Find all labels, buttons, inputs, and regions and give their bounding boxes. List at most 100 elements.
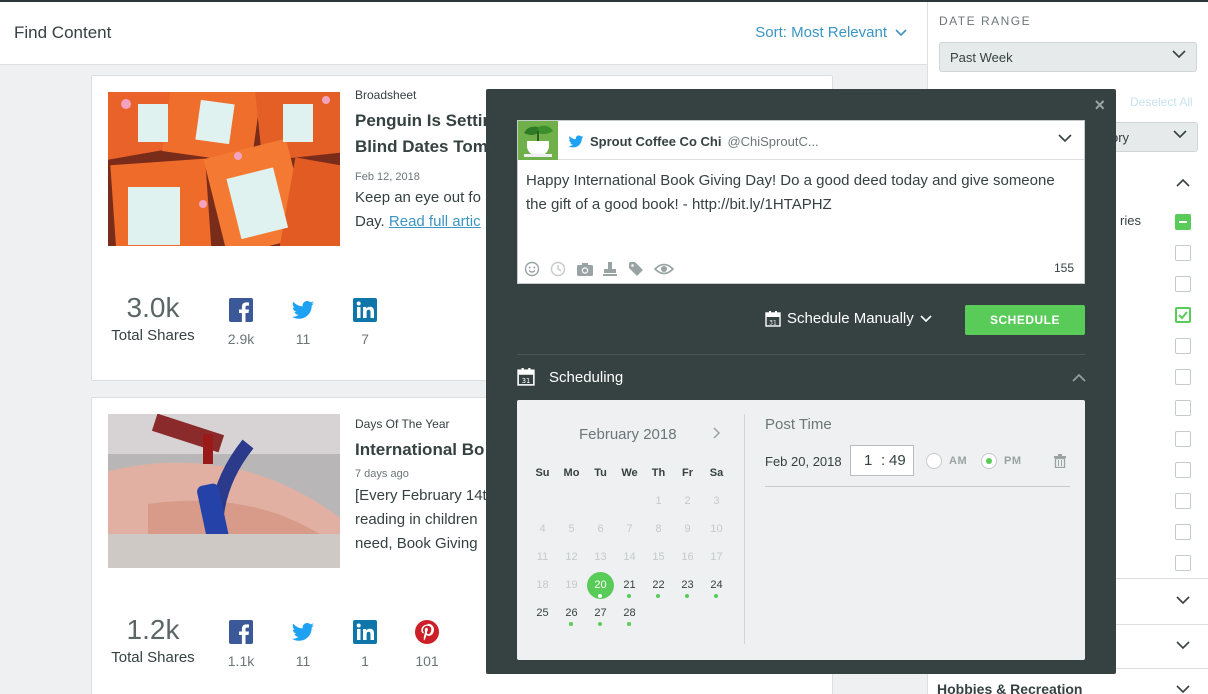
calendar-day[interactable]: 24 (702, 572, 731, 600)
calendar-day-number: 25 (536, 607, 549, 619)
excerpt-line: reading in children (355, 511, 478, 528)
category-section-title[interactable]: Hobbies & Recreation (937, 681, 1082, 694)
sort-dropdown[interactable]: Sort: Most Relevant (755, 24, 907, 41)
calendar-empty-cell (528, 488, 557, 516)
calendar-day: 6 (586, 516, 615, 544)
weekday-label: Th (651, 467, 666, 479)
linkedin-icon (353, 298, 377, 322)
category-checkbox[interactable] (1175, 276, 1191, 292)
category-checkbox[interactable] (1175, 462, 1191, 478)
chevron-down-icon[interactable] (1176, 596, 1190, 605)
saved-replies-icon[interactable] (550, 261, 569, 277)
calendar-day[interactable]: 28 (615, 600, 644, 628)
calendar-day: 19 (557, 572, 586, 600)
category-checkbox[interactable] (1175, 245, 1191, 261)
article-thumbnail[interactable] (108, 92, 340, 246)
schedule-button[interactable]: SCHEDULE (965, 305, 1085, 335)
calendar-empty-cell (644, 600, 673, 628)
read-full-article-link[interactable]: Read full artic (389, 213, 481, 230)
close-icon[interactable]: × (1094, 95, 1105, 116)
calendar-day-number: 14 (623, 551, 636, 563)
date-range-label: DATE RANGE (939, 14, 1032, 28)
category-select[interactable]: ory (1108, 122, 1198, 152)
pm-label: PM (1004, 455, 1022, 467)
calendar-day[interactable]: 25 (528, 600, 557, 628)
total-shares: 3.0k Total Shares (108, 292, 198, 344)
chevron-up-icon[interactable] (1072, 373, 1086, 382)
tag-icon[interactable] (628, 261, 647, 277)
calendar-day-number: 7 (626, 523, 633, 535)
calendar-day-selected[interactable]: 20 (586, 572, 615, 600)
hour-field[interactable]: 1 (864, 452, 872, 469)
calendar-day-number: 9 (684, 523, 691, 535)
calendar-day-number: 8 (655, 523, 662, 535)
article-headline[interactable]: International Bo (355, 437, 495, 463)
trash-icon[interactable] (1054, 454, 1066, 468)
calendar-day[interactable]: 21 (615, 572, 644, 600)
calendar-day: 13 (586, 544, 615, 572)
category-checkbox[interactable] (1175, 493, 1191, 509)
date-range-select[interactable]: Past Week (939, 42, 1197, 72)
category-checkbox-checked[interactable] (1175, 307, 1191, 323)
pinterest-icon (415, 620, 439, 644)
am-label: AM (949, 455, 968, 467)
pm-radio[interactable] (981, 453, 997, 469)
category-checkbox[interactable] (1175, 369, 1191, 385)
schedule-post-modal: × Sprout Coffee Co Chi @ChiSproutC... Ha… (486, 89, 1116, 674)
calendar-day[interactable]: 23 (673, 572, 702, 600)
category-checkbox[interactable] (1175, 524, 1191, 540)
twitter-count: 11 (295, 331, 311, 347)
category-checkbox[interactable] (1175, 555, 1191, 571)
total-shares-label: Total Shares (111, 327, 195, 344)
message-text[interactable]: Happy International Book Giving Day! Do … (526, 169, 1066, 217)
facebook-shares: 1.1k (221, 620, 261, 669)
calendar-day-number: 26 (565, 607, 578, 619)
calendar-day: 10 (702, 516, 731, 544)
preview-eye-icon[interactable] (653, 261, 675, 277)
chevron-down-icon[interactable] (1176, 641, 1190, 650)
facebook-count: 1.1k (227, 653, 255, 669)
calendar-day[interactable]: 26 (557, 600, 586, 628)
chevron-down-icon[interactable] (1176, 685, 1190, 694)
category-checkbox[interactable] (1175, 338, 1191, 354)
category-checkbox[interactable] (1175, 431, 1191, 447)
linkedin-count: 1 (361, 653, 369, 669)
chevron-right-icon[interactable] (713, 427, 721, 439)
linkedin-shares: 1 (345, 620, 385, 669)
calendar-day-number: 27 (594, 607, 607, 619)
category-checkbox-partial[interactable] (1175, 214, 1191, 230)
character-count: 155 (1053, 261, 1074, 275)
deselect-all-link[interactable]: Deselect All (1130, 95, 1193, 109)
calendar-day: 8 (644, 516, 673, 544)
total-shares-value: 3.0k (126, 292, 180, 323)
minute-field[interactable]: 49 (889, 452, 906, 469)
article-headline[interactable]: Penguin Is Settin Blind Dates Tom (355, 108, 495, 160)
emoji-icon[interactable] (524, 261, 543, 277)
time-input[interactable]: 1 : 49 (850, 445, 914, 476)
chevron-up-icon[interactable] (1176, 178, 1190, 187)
calendar-day-number: 6 (597, 523, 604, 535)
calendar-day-number: 3 (713, 495, 720, 507)
weekday-label: We (621, 467, 638, 479)
schedule-mode-dropdown[interactable]: 31 Schedule Manually (765, 310, 932, 327)
article-thumbnail[interactable] (108, 414, 340, 568)
am-radio[interactable] (926, 453, 942, 469)
calendar-empty-cell (615, 488, 644, 516)
calendar-day: 1 (644, 488, 673, 516)
calendar-day: 17 (702, 544, 731, 572)
chevron-down-icon[interactable] (1058, 134, 1072, 143)
camera-icon[interactable] (576, 261, 595, 277)
profile-selector[interactable]: Sprout Coffee Co Chi @ChiSproutC... (518, 121, 1084, 160)
weekday-label: Tu (594, 467, 607, 479)
article-excerpt: Keep an eye out fo Day. Read full artic (355, 186, 495, 234)
stamp-icon[interactable] (602, 261, 621, 277)
calendar-day[interactable]: 27 (586, 600, 615, 628)
calendar-day: 11 (528, 544, 557, 572)
calendar-day[interactable]: 22 (644, 572, 673, 600)
article-date: Feb 12, 2018 (355, 171, 420, 183)
sort-label: Sort: Most Relevant (755, 24, 887, 41)
calendar-day-number: 28 (623, 607, 636, 619)
category-checkbox[interactable] (1175, 400, 1191, 416)
linkedin-shares: 7 (345, 298, 385, 347)
headline-line: Blind Dates Tom (355, 137, 488, 156)
